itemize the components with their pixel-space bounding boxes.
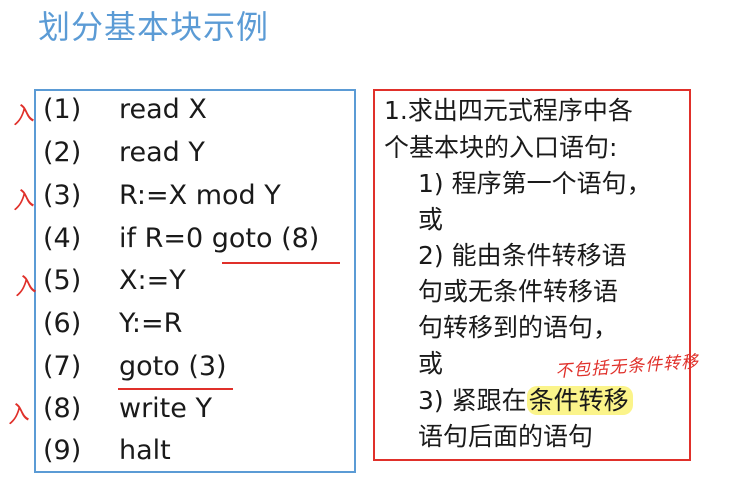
rule-1: 1) 程序第一个语句， — [418, 169, 652, 198]
line-number: (8) — [43, 393, 82, 424]
rule-2-line-1: 2) 能由条件转移语 — [418, 241, 627, 270]
entry-mark-3: 入 — [9, 185, 36, 215]
code-text: goto (3) — [119, 351, 227, 382]
line-number: (5) — [43, 265, 82, 296]
rule-3-line-1: 3) 紧跟在条件转移 — [418, 384, 633, 418]
line-number: (3) — [43, 180, 82, 211]
code-text: read Y — [119, 137, 205, 168]
slide-title: 划分基本块示例 — [38, 8, 270, 46]
code-text: X:=Y — [119, 265, 186, 296]
code-text: Y:=R — [119, 308, 183, 339]
code-text: read X — [119, 94, 207, 125]
goto-3-underline — [118, 388, 233, 390]
rule-or-1: 或 — [418, 205, 444, 234]
line-number: (2) — [43, 137, 82, 168]
highlighted-phrase: 条件转移 — [526, 386, 633, 415]
line-number: (1) — [43, 94, 82, 125]
entry-mark-1: 入 — [9, 100, 36, 130]
line-number: (6) — [43, 308, 82, 339]
line-number: (4) — [43, 223, 82, 254]
rule-or-2: 或 — [418, 349, 444, 378]
rules-heading-line-2: 个基本块的入口语句: — [384, 133, 618, 162]
line-number: (7) — [43, 351, 82, 382]
goto-8-underline — [222, 262, 340, 264]
code-text: if R=0 goto (8) — [119, 223, 320, 254]
code-text: halt — [119, 435, 171, 466]
entry-mark-8: 入 — [4, 399, 31, 429]
rules-heading-line-1: 1.求出四元式程序中各 — [384, 96, 633, 125]
rule-2-line-2: 句或无条件转移语 — [418, 277, 619, 306]
rule-2-line-3: 句转移到的语句， — [418, 313, 619, 342]
code-text: write Y — [119, 393, 212, 424]
line-number: (9) — [43, 435, 82, 466]
code-text: R:=X mod Y — [119, 180, 281, 211]
rule-3-line-2: 语句后面的语句 — [418, 422, 594, 451]
rule-3-prefix: 3) 紧跟在 — [418, 386, 527, 415]
